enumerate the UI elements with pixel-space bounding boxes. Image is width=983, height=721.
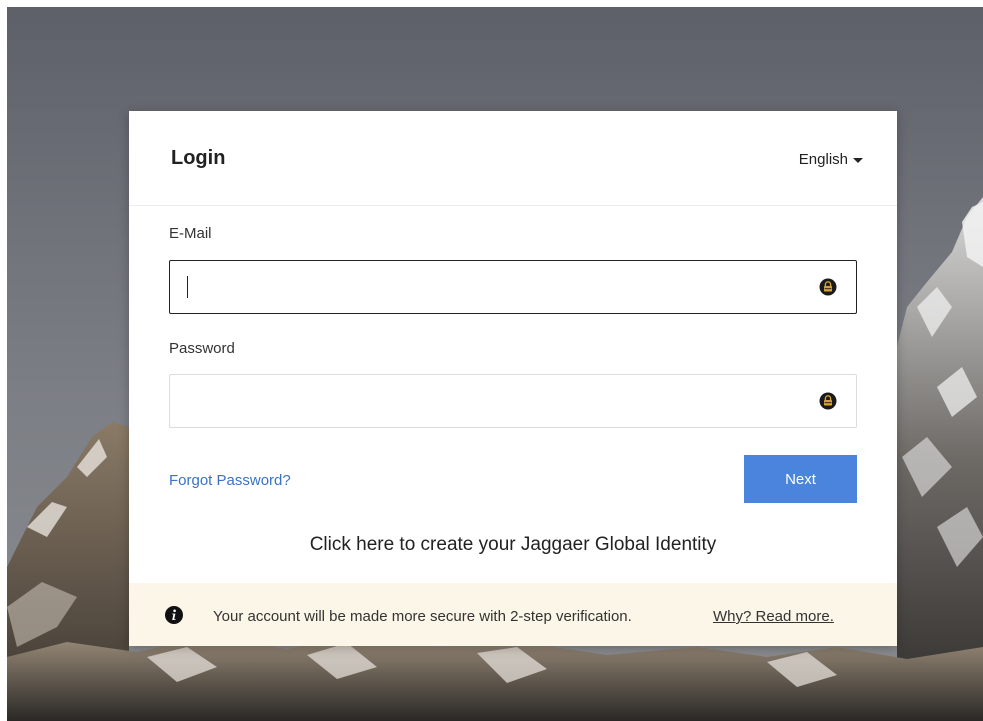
create-identity-link[interactable]: Click here to create your Jaggaer Global…: [129, 534, 897, 556]
page-title: Login: [171, 147, 226, 169]
login-card-header: Login English: [129, 111, 897, 206]
notice-text: Your account will be made more secure wi…: [213, 608, 632, 625]
chevron-down-icon: [853, 158, 863, 163]
password-label: Password: [169, 340, 235, 357]
password-manager-icon[interactable]: [819, 278, 837, 296]
info-icon: [165, 606, 183, 624]
email-field[interactable]: [169, 260, 857, 315]
read-more-link[interactable]: Why? Read more.: [713, 608, 834, 625]
text-cursor: [187, 276, 188, 298]
password-input[interactable]: [184, 375, 808, 429]
next-button[interactable]: Next: [744, 455, 857, 503]
two-step-notice: Your account will be made more secure wi…: [129, 583, 897, 646]
email-label: E-Mail: [169, 225, 212, 242]
password-field[interactable]: [169, 374, 857, 429]
password-manager-icon[interactable]: [819, 392, 837, 410]
email-input[interactable]: [184, 261, 808, 315]
language-selector[interactable]: English: [799, 151, 863, 168]
login-card: Login English E-Mail Password Forgot Pas…: [129, 111, 897, 646]
forgot-password-link[interactable]: Forgot Password?: [169, 472, 291, 489]
language-label: English: [798, 151, 848, 168]
login-page: Login English E-Mail Password Forgot Pas…: [0, 0, 983, 721]
